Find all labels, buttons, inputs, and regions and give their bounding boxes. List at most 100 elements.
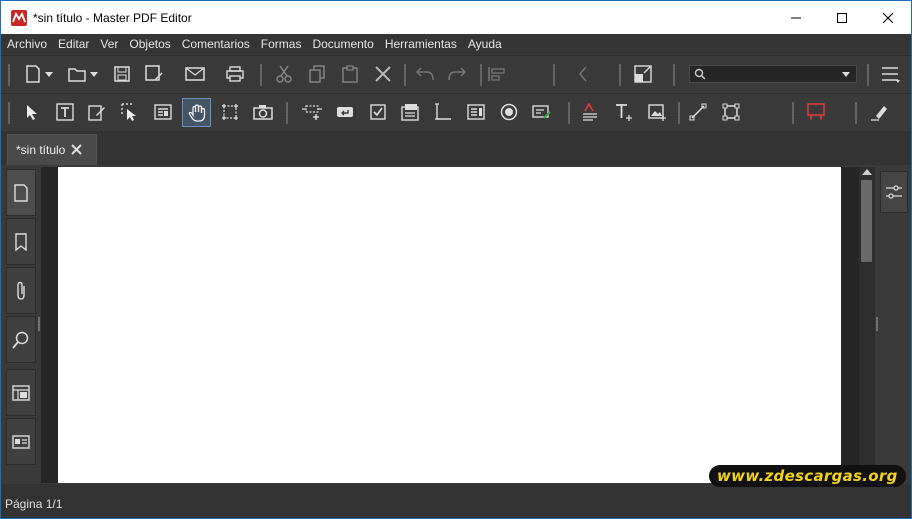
vertical-scrollbar[interactable] (859, 167, 875, 483)
toolbar-grip[interactable] (672, 64, 676, 86)
toolbar-grip[interactable] (552, 64, 556, 86)
hand-icon[interactable] (182, 98, 211, 127)
toolbar-grip[interactable] (403, 64, 407, 86)
master-pdf-logo-icon (11, 9, 27, 26)
save-as-icon[interactable] (142, 62, 166, 86)
layers-icon[interactable] (6, 369, 36, 416)
right-sidebar (879, 167, 911, 483)
bookmarks-icon[interactable] (6, 218, 36, 265)
close-x-icon[interactable] (71, 143, 83, 158)
menu-editar[interactable]: Editar (52, 34, 94, 54)
signature-field-icon[interactable] (530, 100, 554, 124)
thumbnails-icon[interactable] (631, 62, 655, 86)
add-text-icon[interactable] (612, 100, 636, 124)
properties-sliders-icon[interactable] (880, 171, 908, 213)
menu-bar: Archivo Editar Ver Objetos Comentarios F… (1, 34, 911, 54)
signatures-icon[interactable] (6, 418, 36, 465)
email-icon[interactable] (183, 62, 207, 86)
print-icon[interactable] (223, 62, 247, 86)
crop-select-icon[interactable] (218, 100, 242, 124)
toolbar-grip[interactable] (677, 102, 681, 124)
attachments-icon[interactable] (6, 267, 36, 314)
form-list-icon[interactable] (151, 100, 175, 124)
toolbar-grip[interactable] (7, 102, 11, 124)
menu-icon[interactable] (879, 62, 903, 86)
edit-forms-icon[interactable] (85, 100, 109, 124)
toolbar-grip[interactable] (618, 64, 622, 86)
open-dropdown-chevron-icon[interactable] (88, 62, 100, 86)
scroll-thumb[interactable] (861, 180, 872, 262)
text-highlight-icon[interactable] (578, 100, 602, 124)
checkbox-field-icon[interactable] (366, 100, 390, 124)
menu-archivo[interactable]: Archivo (1, 34, 52, 54)
paste-icon[interactable] (338, 62, 362, 86)
toolbar-grip[interactable] (285, 102, 289, 124)
search-panel-icon[interactable] (6, 316, 36, 363)
watermark: www.zdescargas.org (709, 465, 906, 487)
menu-ver[interactable]: Ver (94, 34, 123, 54)
eraser-icon[interactable] (866, 100, 890, 124)
toolbar-grip[interactable] (479, 64, 483, 86)
toolbar-grip[interactable] (854, 102, 858, 124)
close-icon (883, 12, 893, 23)
page-indicator: Página 1/1 (5, 497, 63, 511)
line-tool-icon[interactable] (686, 100, 710, 124)
search-icon (694, 68, 706, 80)
menu-objetos[interactable]: Objetos (123, 34, 175, 54)
document-tab-strip: *sin título (1, 131, 911, 165)
menu-formas[interactable]: Formas (255, 34, 307, 54)
menu-ayuda[interactable]: Ayuda (462, 34, 507, 54)
close-button[interactable] (865, 1, 911, 34)
toolbar-grip[interactable] (567, 102, 571, 124)
minimize-button[interactable] (773, 1, 819, 34)
open-folder-icon[interactable] (65, 62, 89, 86)
add-image-icon[interactable] (645, 100, 669, 124)
save-icon[interactable] (110, 62, 134, 86)
pdf-page[interactable] (58, 167, 841, 483)
maximize-button[interactable] (819, 1, 865, 34)
tab-sin-titulo[interactable]: *sin título (7, 134, 97, 165)
undo-icon[interactable] (413, 62, 437, 86)
menu-documento[interactable]: Documento (306, 34, 378, 54)
toolbar-grip[interactable] (791, 102, 795, 124)
toolbar-grip[interactable] (259, 64, 263, 86)
text-field-icon[interactable] (431, 100, 455, 124)
maximize-icon (837, 12, 847, 23)
menu-herramientas[interactable]: Herramientas (379, 34, 462, 54)
scroll-up-arrow-icon[interactable] (862, 169, 872, 175)
toolbar-grip[interactable] (7, 64, 11, 86)
button-field-icon[interactable] (333, 100, 357, 124)
select-arrow-icon[interactable] (20, 100, 44, 124)
previous-page-icon[interactable] (571, 62, 595, 86)
app-window: *sin título - Master PDF Editor Archivo … (0, 0, 912, 519)
edit-text-icon[interactable] (53, 100, 77, 124)
select-object-icon[interactable] (118, 100, 142, 124)
toolbar-grip[interactable] (866, 64, 870, 86)
main-toolbar (1, 55, 911, 93)
combo-box-icon[interactable] (398, 100, 422, 124)
tab-label: *sin título (16, 143, 66, 157)
redo-icon[interactable] (445, 62, 469, 86)
status-bar: Página 1/1 (1, 484, 911, 518)
snapshot-camera-icon[interactable] (251, 100, 275, 124)
align-icon[interactable] (485, 62, 509, 86)
menu-comentarios[interactable]: Comentarios (176, 34, 255, 54)
title-bar: *sin título - Master PDF Editor (1, 1, 911, 34)
rectangle-tool-icon[interactable] (719, 100, 743, 124)
radio-button-icon[interactable] (497, 100, 521, 124)
pages-icon[interactable] (6, 169, 36, 216)
copy-icon[interactable] (305, 62, 329, 86)
search-box[interactable] (689, 65, 857, 83)
search-input[interactable] (708, 67, 838, 81)
link-icon[interactable] (300, 100, 324, 124)
document-viewport[interactable] (41, 167, 859, 483)
new-document-icon[interactable] (21, 62, 45, 86)
cut-icon[interactable] (272, 62, 296, 86)
new-dropdown-chevron-icon[interactable] (43, 62, 55, 86)
delete-icon[interactable] (371, 62, 395, 86)
list-box-icon[interactable] (464, 100, 488, 124)
search-dropdown-chevron-icon[interactable] (842, 72, 850, 77)
red-comment-box-icon[interactable] (805, 100, 829, 124)
tools-toolbar (1, 93, 911, 131)
window-controls (773, 1, 911, 34)
